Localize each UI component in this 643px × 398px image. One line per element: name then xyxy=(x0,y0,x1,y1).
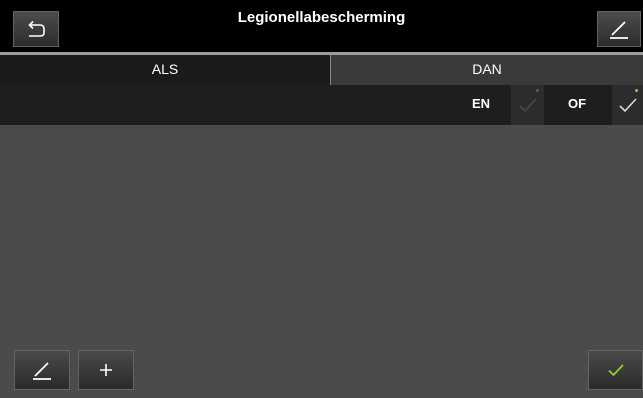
tab-als[interactable]: ALS xyxy=(0,55,330,85)
option-of-label: OF xyxy=(568,96,587,111)
checkmark-icon xyxy=(618,98,637,113)
confirm-button[interactable] xyxy=(588,350,643,390)
option-of-checkbox[interactable] xyxy=(612,85,643,125)
option-en-indicator xyxy=(536,89,539,92)
header-bar: Legionellabescherming xyxy=(0,0,643,52)
page-title: Legionellabescherming xyxy=(237,9,406,26)
edit-button[interactable] xyxy=(14,350,70,390)
add-button[interactable] xyxy=(78,350,134,390)
plus-icon xyxy=(100,364,112,376)
pencil-icon xyxy=(610,21,628,39)
legionella-protection-screen: Legionellabescherming ALS DAN EN OF xyxy=(0,0,643,398)
checkmark-icon xyxy=(518,98,537,113)
checkmark-icon xyxy=(607,364,624,377)
tab-bar: ALS DAN xyxy=(0,55,643,85)
pencil-icon xyxy=(33,362,51,380)
condition-list-area xyxy=(0,125,643,335)
header-edit-button[interactable] xyxy=(597,11,641,47)
option-en-checkbox[interactable] xyxy=(511,85,544,125)
logic-option-row: EN OF xyxy=(0,85,643,125)
option-en-label: EN xyxy=(472,96,491,111)
option-of-indicator xyxy=(635,89,638,92)
tab-dan[interactable]: DAN xyxy=(330,55,643,85)
